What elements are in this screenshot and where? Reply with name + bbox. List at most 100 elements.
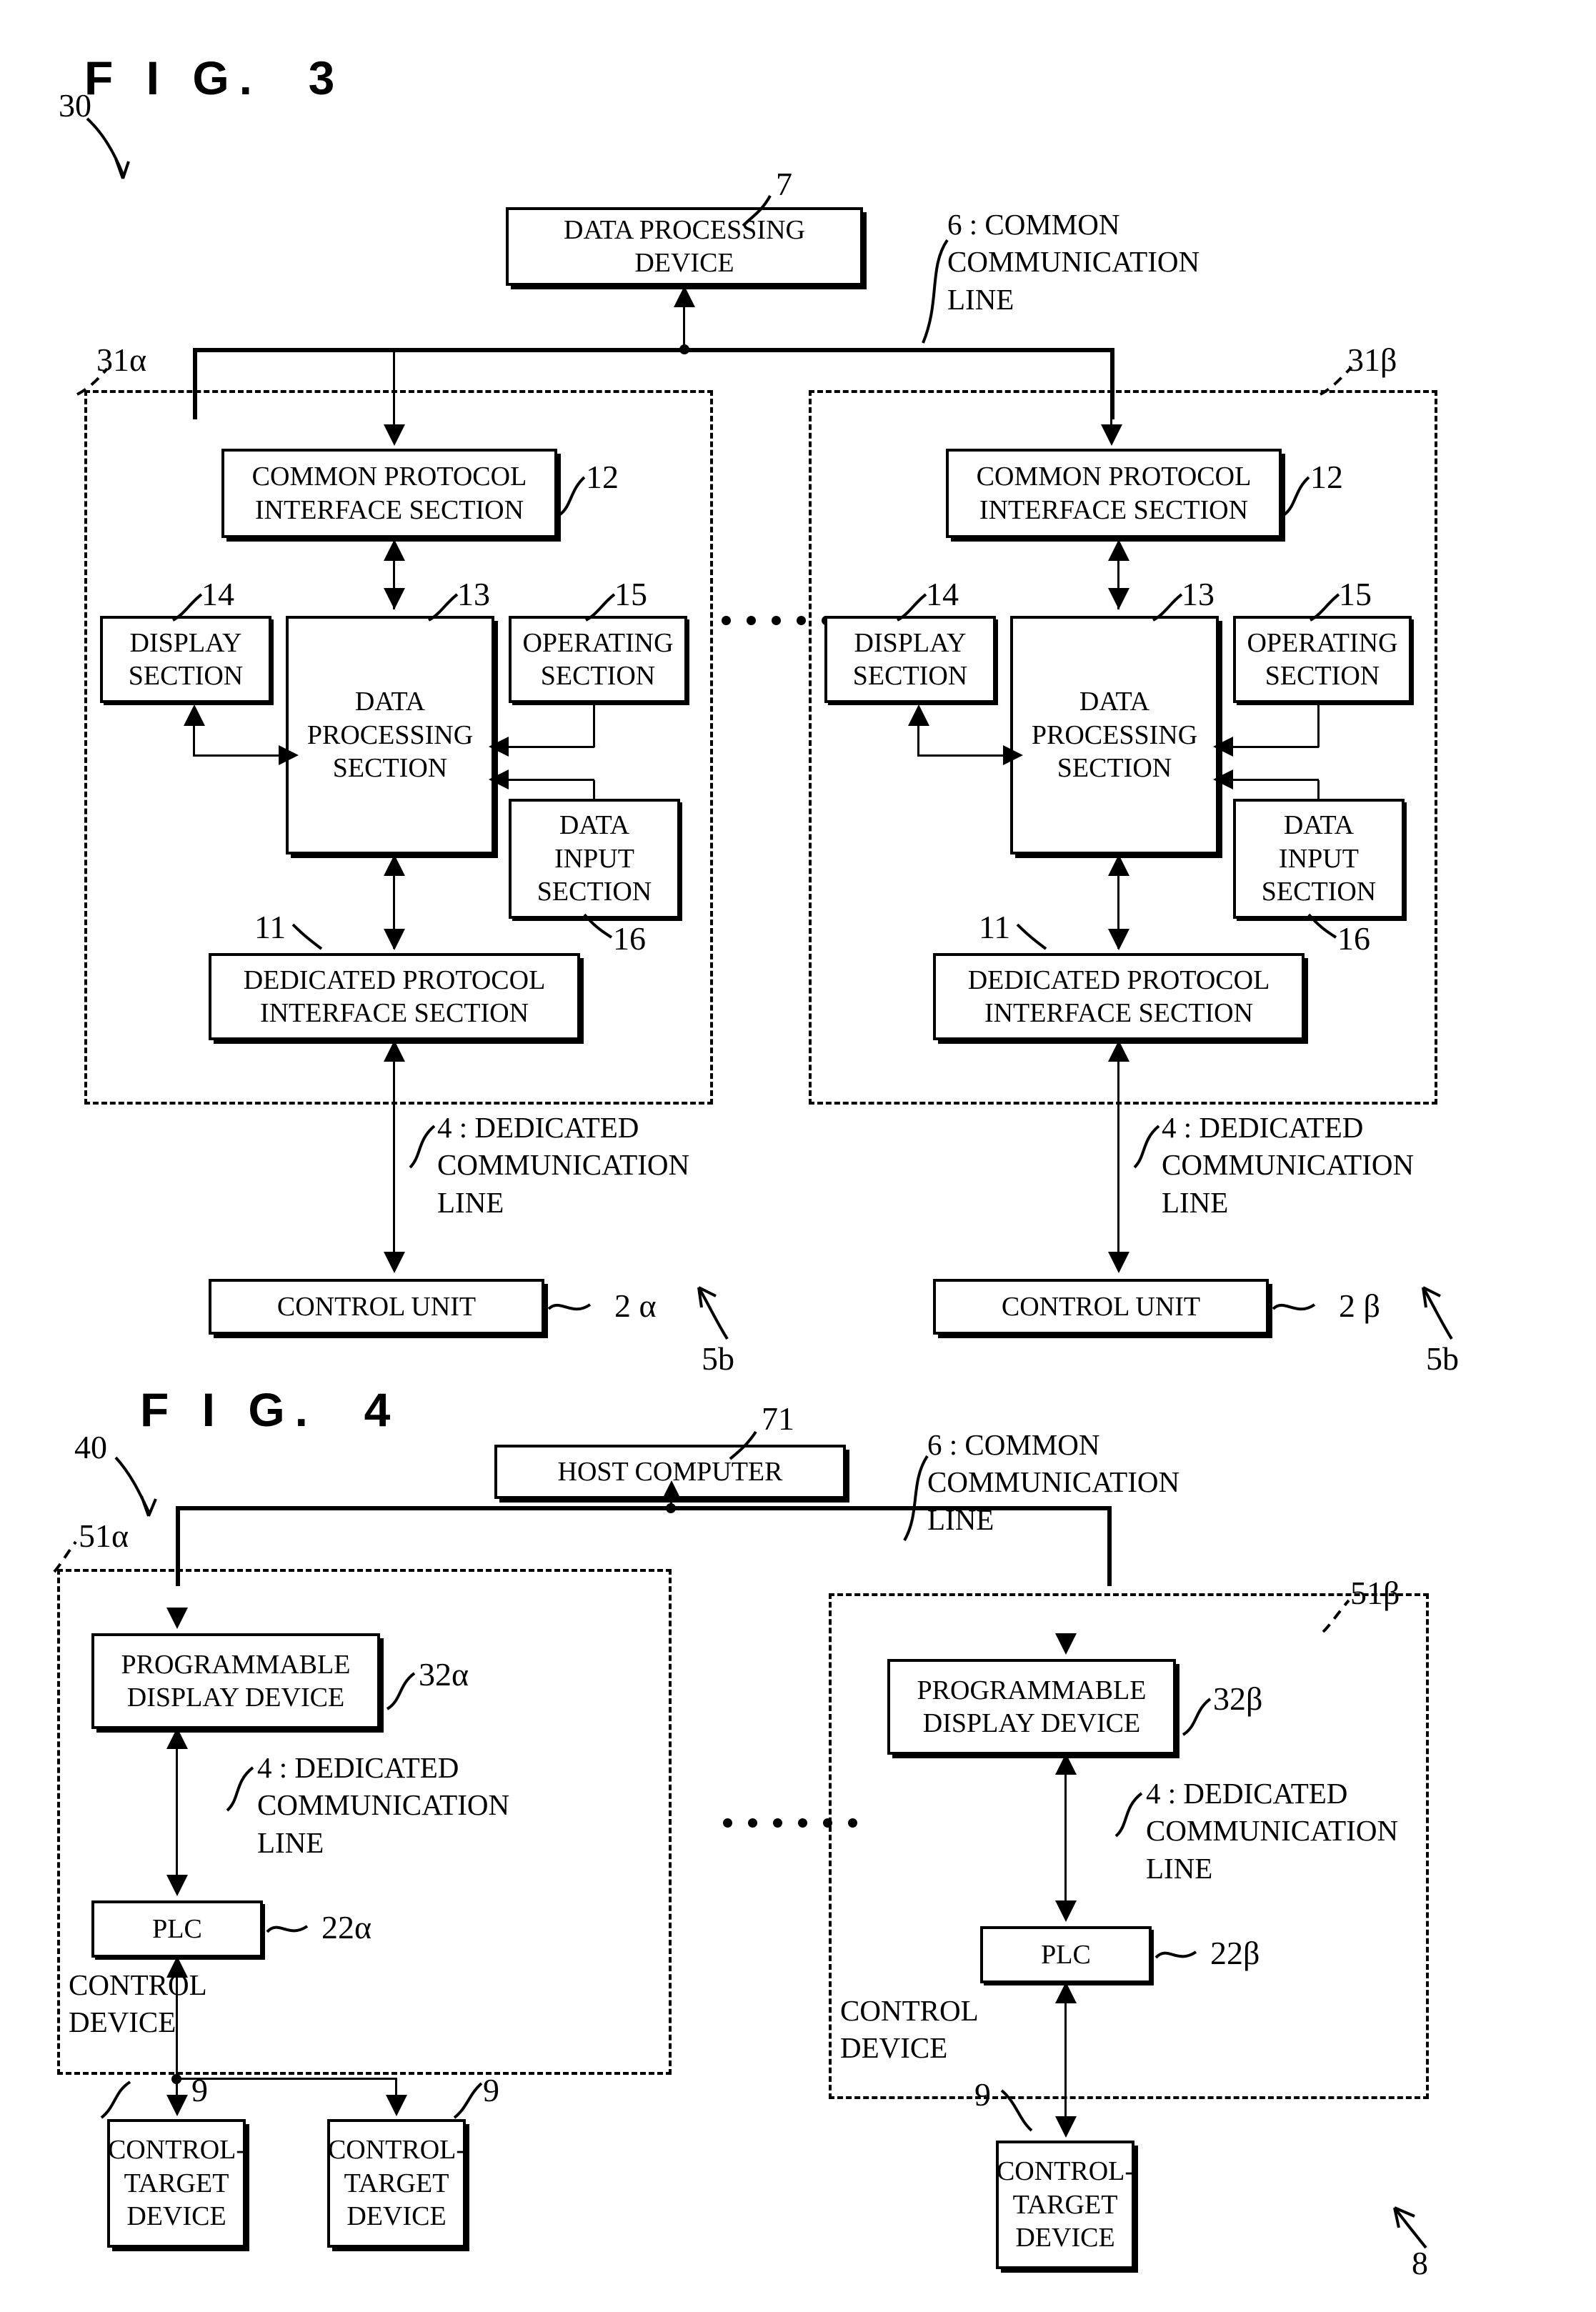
display-section-beta[interactable]: DISPLAY SECTION xyxy=(824,616,996,703)
arrow-left-to-dps-operating-alpha xyxy=(489,737,509,757)
ref-22beta: 22β xyxy=(1210,1935,1260,1971)
arrow-right-to-dps-beta xyxy=(1003,745,1023,765)
operating-section-alpha[interactable]: OPERATING SECTION xyxy=(509,616,687,703)
alpha-dedicated-line-fig4 xyxy=(176,1729,178,1893)
dedicated-line-leader-fig4-beta xyxy=(1114,1792,1143,1838)
operating-section-label: OPERATING SECTION xyxy=(522,627,674,691)
data-processing-section-beta[interactable]: DATA PROCESSING SECTION xyxy=(1010,616,1219,854)
data-processing-section-alpha[interactable]: DATA PROCESSING SECTION xyxy=(286,616,494,854)
control-device-label-beta: CONTROL DEVICE xyxy=(840,1994,979,2065)
ref-5b-beta-leader xyxy=(1422,1286,1453,1340)
arrow-down-plc-beta xyxy=(1055,1900,1077,1922)
ref-32alpha: 32α xyxy=(419,1656,469,1693)
dedicated-protocol-interface-section-alpha[interactable]: DEDICATED PROTOCOL INTERFACE SECTION xyxy=(209,953,580,1040)
dedicated-line-leader-beta xyxy=(1133,1125,1160,1169)
data-input-section-alpha[interactable]: DATA INPUT SECTION xyxy=(509,799,680,919)
arrow-up-to-display-alpha xyxy=(184,704,205,726)
arrow-right-to-dps-alpha xyxy=(279,745,299,765)
control-unit-alpha[interactable]: CONTROL UNIT xyxy=(209,1279,544,1335)
data-processing-device-box[interactable]: DATA PROCESSING DEVICE xyxy=(506,207,863,286)
data-input-section-beta[interactable]: DATA INPUT SECTION xyxy=(1233,799,1405,919)
plc-label: PLC xyxy=(152,1913,202,1944)
control-target-device-beta-1[interactable]: CONTROL- TARGET DEVICE xyxy=(996,2141,1134,2269)
ref-9-beta-1-leader xyxy=(1000,2089,1033,2132)
common-protocol-interface-section-alpha[interactable]: COMMON PROTOCOL INTERFACE SECTION xyxy=(221,449,557,538)
ref-5b-alpha-leader xyxy=(697,1286,729,1340)
panel-beta-common-drop xyxy=(1110,348,1112,434)
control-unit-label: CONTROL UNIT xyxy=(276,1291,477,1322)
figure-4-system-ref: 40 xyxy=(74,1429,107,1465)
ref-22beta-leader xyxy=(1154,1950,1197,1959)
arrow-left-to-dps-datainput-beta xyxy=(1213,769,1233,789)
system-ref-leader-30 xyxy=(86,117,130,179)
ref-22alpha-leader xyxy=(266,1925,309,1933)
control-unit-label: CONTROL UNIT xyxy=(1001,1291,1201,1322)
alpha-datainput-feed-v xyxy=(593,780,595,802)
operating-section-beta[interactable]: OPERATING SECTION xyxy=(1233,616,1412,703)
arrow-down-target-beta xyxy=(1055,2116,1077,2138)
arrow-up-cpi-beta xyxy=(1108,539,1129,561)
ref-12-beta-leader xyxy=(1283,476,1310,516)
operating-section-label: OPERATING SECTION xyxy=(1247,627,1398,691)
common-communication-bus xyxy=(193,348,1114,352)
arrow-up-prog-display-alpha xyxy=(166,1728,188,1749)
arrow-up-dpi-beta-2 xyxy=(1108,1040,1129,1062)
ref-11-alpha-leader xyxy=(291,923,323,950)
arrow-down-to-prog-display-alpha xyxy=(166,1608,188,1629)
arrow-up-to-plc-beta xyxy=(1055,1982,1077,2003)
arrow-down-plc-alpha xyxy=(166,1875,188,1896)
panel-alpha-common-drop xyxy=(393,348,395,434)
ref-51alpha-leader xyxy=(53,1540,77,1573)
programmable-display-device-alpha[interactable]: PROGRAMMABLE DISPLAY DEVICE xyxy=(91,1633,380,1729)
ref-9-alpha-2-leader xyxy=(453,2082,483,2119)
ref-31alpha-leader xyxy=(76,367,109,396)
arrow-up-dpi-alpha-2 xyxy=(384,1040,405,1062)
control-target-device-label: CONTROL- TARGET DEVICE xyxy=(327,2135,466,2232)
arrow-down-dps-alpha xyxy=(384,588,405,609)
ref-9-alpha-1-leader xyxy=(100,2081,131,2119)
ref-31beta-leader xyxy=(1320,366,1353,396)
beta-datainput-feed-v xyxy=(1317,780,1320,802)
dedicated-protocol-interface-section-beta[interactable]: DEDICATED PROTOCOL INTERFACE SECTION xyxy=(933,953,1305,1040)
control-target-device-alpha-2[interactable]: CONTROL- TARGET DEVICE xyxy=(327,2119,466,2248)
beta-dedicated-line-fig4 xyxy=(1064,1755,1067,1919)
ref-14-beta-leader xyxy=(897,593,927,622)
dedicated-line-leader-fig4-alpha xyxy=(226,1766,254,1812)
arrow-left-to-dps-operating-beta xyxy=(1213,737,1233,757)
data-processing-section-label: DATA PROCESSING SECTION xyxy=(306,687,474,784)
figure-3-title: F I G. 3 xyxy=(84,51,345,104)
bus-junction-dot-fig4 xyxy=(666,1503,676,1513)
figure-4-title: F I G. 4 xyxy=(140,1383,401,1436)
alpha-display-feed-h xyxy=(193,754,293,757)
arrow-down-target1-alpha xyxy=(166,2095,188,2116)
arrow-up-prog-display-beta xyxy=(1055,1753,1077,1775)
arrow-down-to-prog-display-beta xyxy=(1055,1633,1077,1655)
control-target-device-alpha-1[interactable]: CONTROL- TARGET DEVICE xyxy=(107,2119,246,2248)
common-line-leader-fig4 xyxy=(903,1455,929,1542)
control-unit-beta-leader xyxy=(1272,1303,1316,1311)
plc-beta[interactable]: PLC xyxy=(980,1926,1152,1983)
beta-dedicated-line xyxy=(1117,1042,1119,1270)
display-section-alpha[interactable]: DISPLAY SECTION xyxy=(100,616,271,703)
common-protocol-interface-section-label: COMMON PROTOCOL INTERFACE SECTION xyxy=(251,462,527,525)
ref-12-alpha-leader xyxy=(559,476,586,516)
plc-label: PLC xyxy=(1041,1939,1091,1970)
ref-71-leader xyxy=(729,1430,757,1460)
programmable-display-device-beta[interactable]: PROGRAMMABLE DISPLAY DEVICE xyxy=(887,1659,1176,1755)
control-target-device-label: CONTROL- TARGET DEVICE xyxy=(996,2156,1134,2253)
display-section-label: DISPLAY SECTION xyxy=(128,627,244,691)
ref-15-alpha-leader xyxy=(585,593,616,622)
arrow-down-to-common-protocol-beta xyxy=(1101,424,1122,446)
common-communication-line-label: 6 : COMMON COMMUNICATION LINE xyxy=(947,208,1200,316)
arrow-left-to-dps-datainput-alpha xyxy=(489,769,509,789)
common-protocol-interface-section-beta[interactable]: COMMON PROTOCOL INTERFACE SECTION xyxy=(946,449,1282,538)
plc-alpha[interactable]: PLC xyxy=(91,1900,263,1958)
dedicated-communication-line-label-fig4-alpha: 4 : DEDICATED COMMUNICATION LINE xyxy=(257,1751,510,1859)
patent-drawing-sheet: F I G. 3 30 DATA PROCESSING DEVICE 7 6 :… xyxy=(0,0,1596,2312)
data-input-section-label: DATA INPUT SECTION xyxy=(537,810,652,907)
beta-operating-feed-h xyxy=(1219,746,1319,748)
ref-9-beta-1: 9 xyxy=(974,2076,991,2113)
control-unit-beta[interactable]: CONTROL UNIT xyxy=(933,1279,1269,1335)
dedicated-communication-line-label-beta: 4 : DEDICATED COMMUNICATION LINE xyxy=(1162,1111,1415,1219)
ref-32beta-leader xyxy=(1182,1698,1212,1736)
